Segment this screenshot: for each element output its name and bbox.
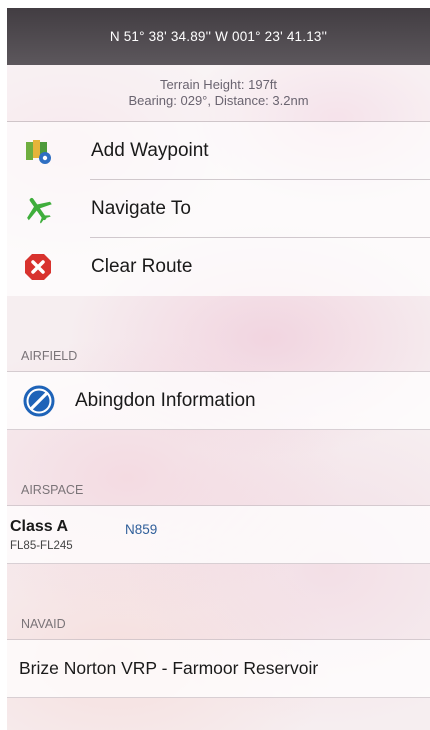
abingdon-information-item[interactable]: Abingdon Information [7,372,430,430]
airspace-class-label: Class A [10,517,69,535]
navaid-item-label: Brize Norton VRP - Farmoor Reservoir [19,658,319,678]
abingdon-information-label: Abingdon Information [75,389,256,411]
terrain-height-text: Terrain Height: 197ft [159,77,278,92]
airspace-class-block: Class A FL85-FL245 [7,518,125,552]
coordinates-bar: N 51° 38' 34.89'' W 001° 23' 41.13'' [7,8,430,65]
clear-route-button[interactable]: Clear Route [7,238,430,296]
airspace-item[interactable]: Class A FL85-FL245 N859 [7,506,430,564]
add-waypoint-button[interactable]: Add Waypoint [7,122,430,180]
airfield-section-header: AIRFIELD [7,340,430,372]
navigate-to-button[interactable]: Navigate To [7,180,430,238]
action-list: Add Waypoint Navigate To Clear Route [7,122,430,296]
no-entry-icon [23,385,55,417]
location-info: Terrain Height: 197ft Bearing: 029°, Dis… [7,65,430,122]
plane-icon [23,194,53,224]
airspace-section-header: AIRSPACE [7,474,430,506]
bearing-distance-text: Bearing: 029°, Distance: 3.2nm [128,93,309,108]
map-waypoint-icon [23,136,53,166]
context-panel: N 51° 38' 34.89'' W 001° 23' 41.13'' Ter… [7,8,430,730]
airspace-header-label: AIRSPACE [21,482,84,497]
airspace-code-label: N859 [125,522,158,537]
navigate-to-label: Navigate To [91,198,191,219]
navaid-header-label: NAVAID [21,616,66,631]
coordinates-text: N 51° 38' 34.89'' W 001° 23' 41.13'' [109,29,328,44]
airfield-header-label: AIRFIELD [21,348,78,363]
navaid-item[interactable]: Brize Norton VRP - Farmoor Reservoir [7,640,430,698]
clear-route-label: Clear Route [91,256,193,277]
navaid-section-header: NAVAID [7,608,430,640]
clear-icon [23,252,53,282]
add-waypoint-label: Add Waypoint [91,140,209,161]
airspace-levels-label: FL85-FL245 [10,539,73,552]
